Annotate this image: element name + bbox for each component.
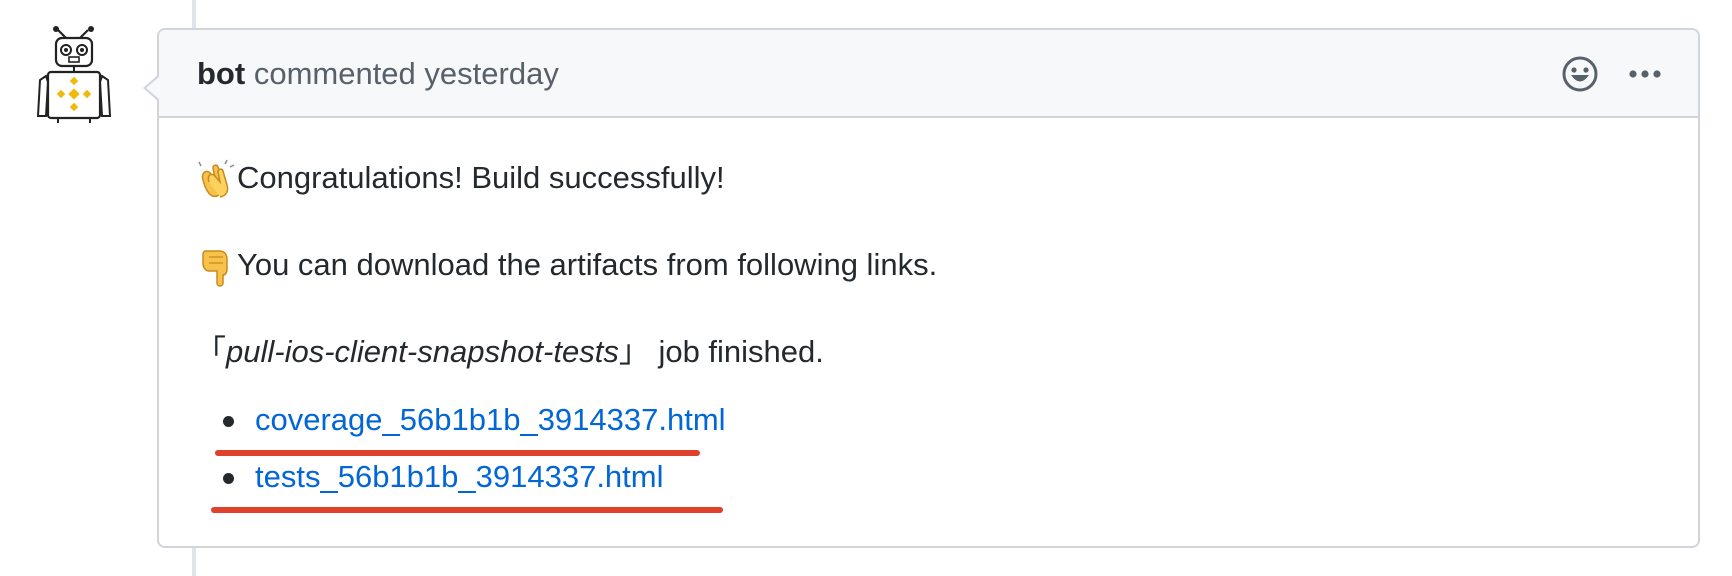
job-status-line: 「pull-ios-client-snapshot-tests」 job fin… xyxy=(195,332,824,372)
job-close-bracket: 」 xyxy=(618,334,650,369)
more-options-button[interactable] xyxy=(1628,69,1662,79)
kebab-horizontal-icon xyxy=(1629,70,1661,78)
list-bullet xyxy=(223,473,234,484)
annotation-underline-coverage xyxy=(215,450,700,456)
timeline-stage: bot commented yesterday Congratulations!… xyxy=(0,0,1732,576)
download-text: You can download the artifacts from foll… xyxy=(237,247,938,282)
pointing-down-hand-icon xyxy=(195,245,237,287)
comment-card: bot commented yesterday Congratulations!… xyxy=(143,28,1700,548)
download-line: You can download the artifacts from foll… xyxy=(195,245,938,287)
artifact-link-tests[interactable]: tests_56b1b1b_3914337.html xyxy=(255,459,664,494)
robot-avatar-icon xyxy=(36,26,112,123)
add-reaction-button[interactable] xyxy=(1560,54,1600,94)
comment-header: bot commented yesterday xyxy=(159,30,1698,118)
clapping-hands-icon xyxy=(195,158,237,198)
job-name: pull-ios-client-snapshot-tests xyxy=(226,334,619,369)
comment-body: Congratulations! Build successfully! You… xyxy=(159,118,1698,546)
comment-header-text: bot commented yesterday xyxy=(197,56,559,92)
list-item: tests_56b1b1b_3914337.html xyxy=(195,457,726,514)
list-bullet xyxy=(223,416,234,427)
list-item: coverage_56b1b1b_3914337.html xyxy=(195,400,726,457)
comment-author[interactable]: bot xyxy=(197,56,245,91)
job-open-bracket: 「 xyxy=(195,334,226,369)
comment-action: commented xyxy=(253,56,416,91)
smiley-face-icon xyxy=(1562,56,1598,92)
artifact-link-list: coverage_56b1b1b_3914337.html tests_56b1… xyxy=(195,400,726,514)
comment-header-actions xyxy=(1560,54,1662,94)
comment-caret-fill xyxy=(146,76,160,100)
job-status-suffix: job finished. xyxy=(649,334,824,369)
artifact-link-coverage[interactable]: coverage_56b1b1b_3914337.html xyxy=(255,402,726,437)
annotation-underline-tests xyxy=(211,507,723,513)
congrats-text: Congratulations! Build successfully! xyxy=(237,160,725,195)
comment-timestamp[interactable]: yesterday xyxy=(424,56,558,91)
avatar[interactable] xyxy=(24,24,124,124)
congrats-line: Congratulations! Build successfully! xyxy=(195,158,725,198)
